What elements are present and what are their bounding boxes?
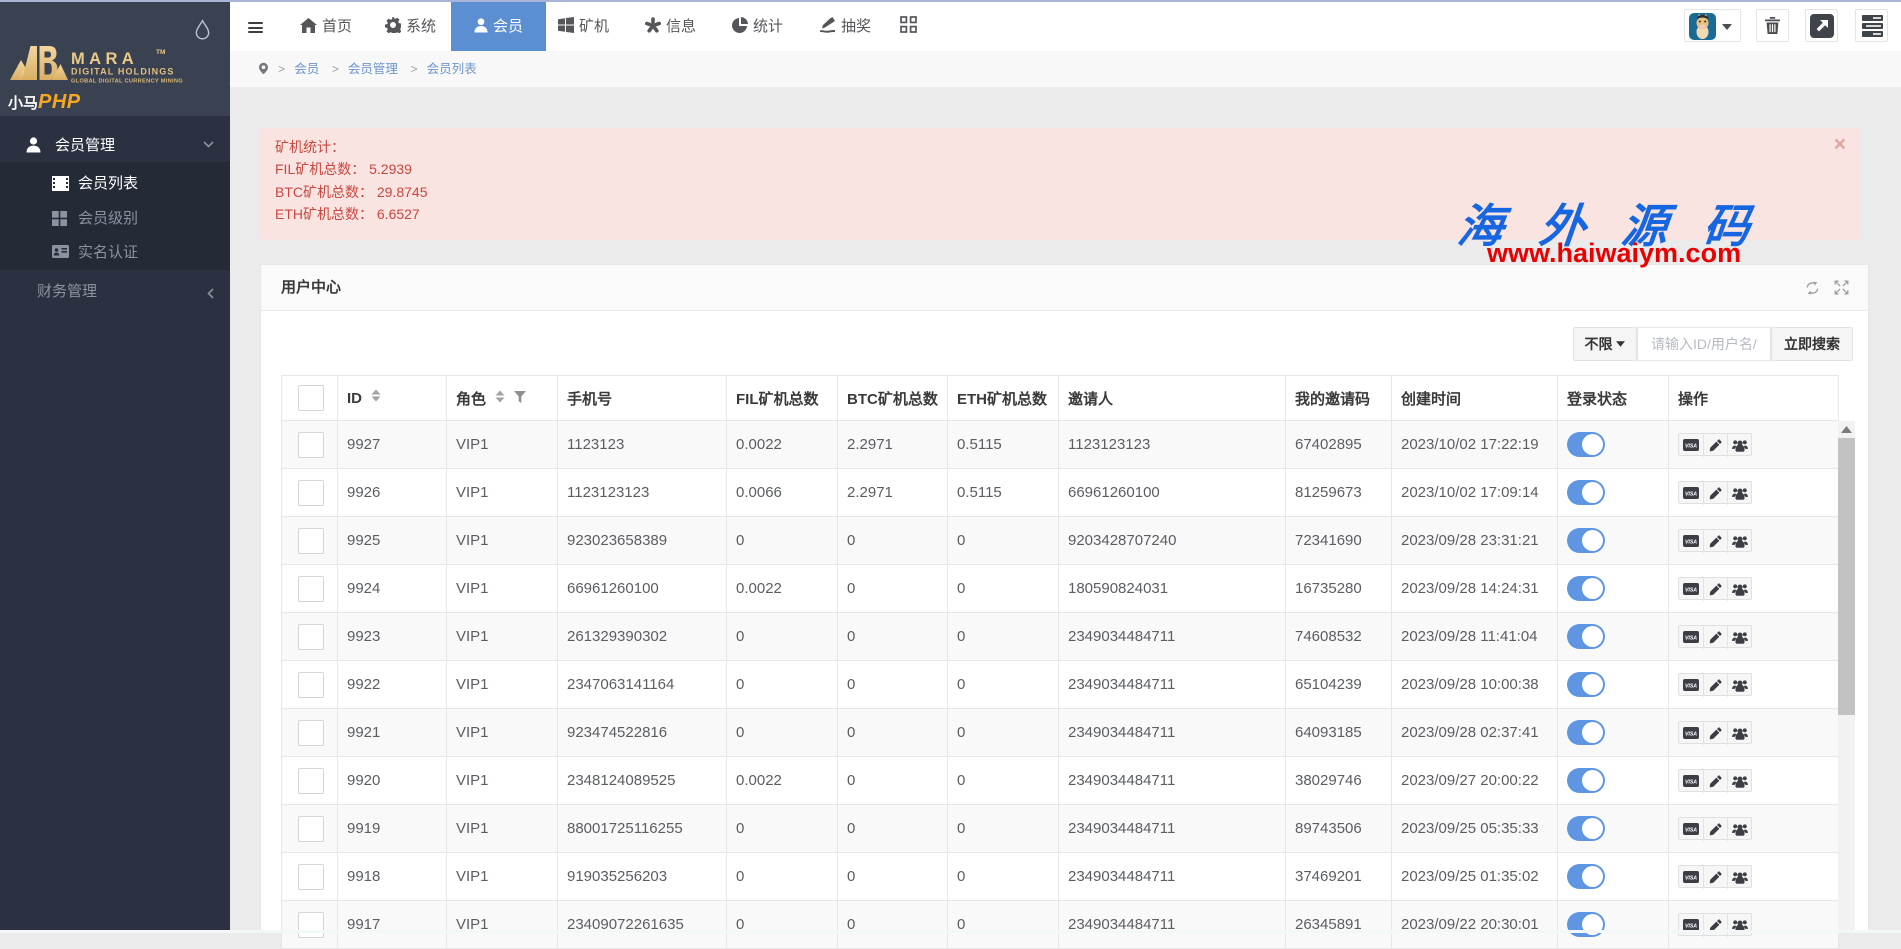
svg-text:VISA: VISA xyxy=(1685,876,1697,882)
svg-text:TM: TM xyxy=(156,49,165,56)
svg-text:VISA: VISA xyxy=(1685,636,1697,642)
svg-text:VISA: VISA xyxy=(1685,444,1697,450)
svg-text:MARA: MARA xyxy=(71,50,138,68)
svg-text:DIGITAL HOLDINGS: DIGITAL HOLDINGS xyxy=(71,67,175,77)
svg-text:VISA: VISA xyxy=(1685,684,1697,690)
svg-text:VISA: VISA xyxy=(1685,780,1697,786)
svg-text:VISA: VISA xyxy=(1685,732,1697,738)
svg-text:GLOBAL DIGITAL CURRENCY MINING: GLOBAL DIGITAL CURRENCY MINING xyxy=(71,79,183,85)
svg-text:VISA: VISA xyxy=(1685,540,1697,546)
svg-text:VISA: VISA xyxy=(1685,588,1697,594)
svg-text:VISA: VISA xyxy=(1685,828,1697,834)
svg-text:VISA: VISA xyxy=(1685,924,1697,930)
svg-text:VISA: VISA xyxy=(1685,492,1697,498)
